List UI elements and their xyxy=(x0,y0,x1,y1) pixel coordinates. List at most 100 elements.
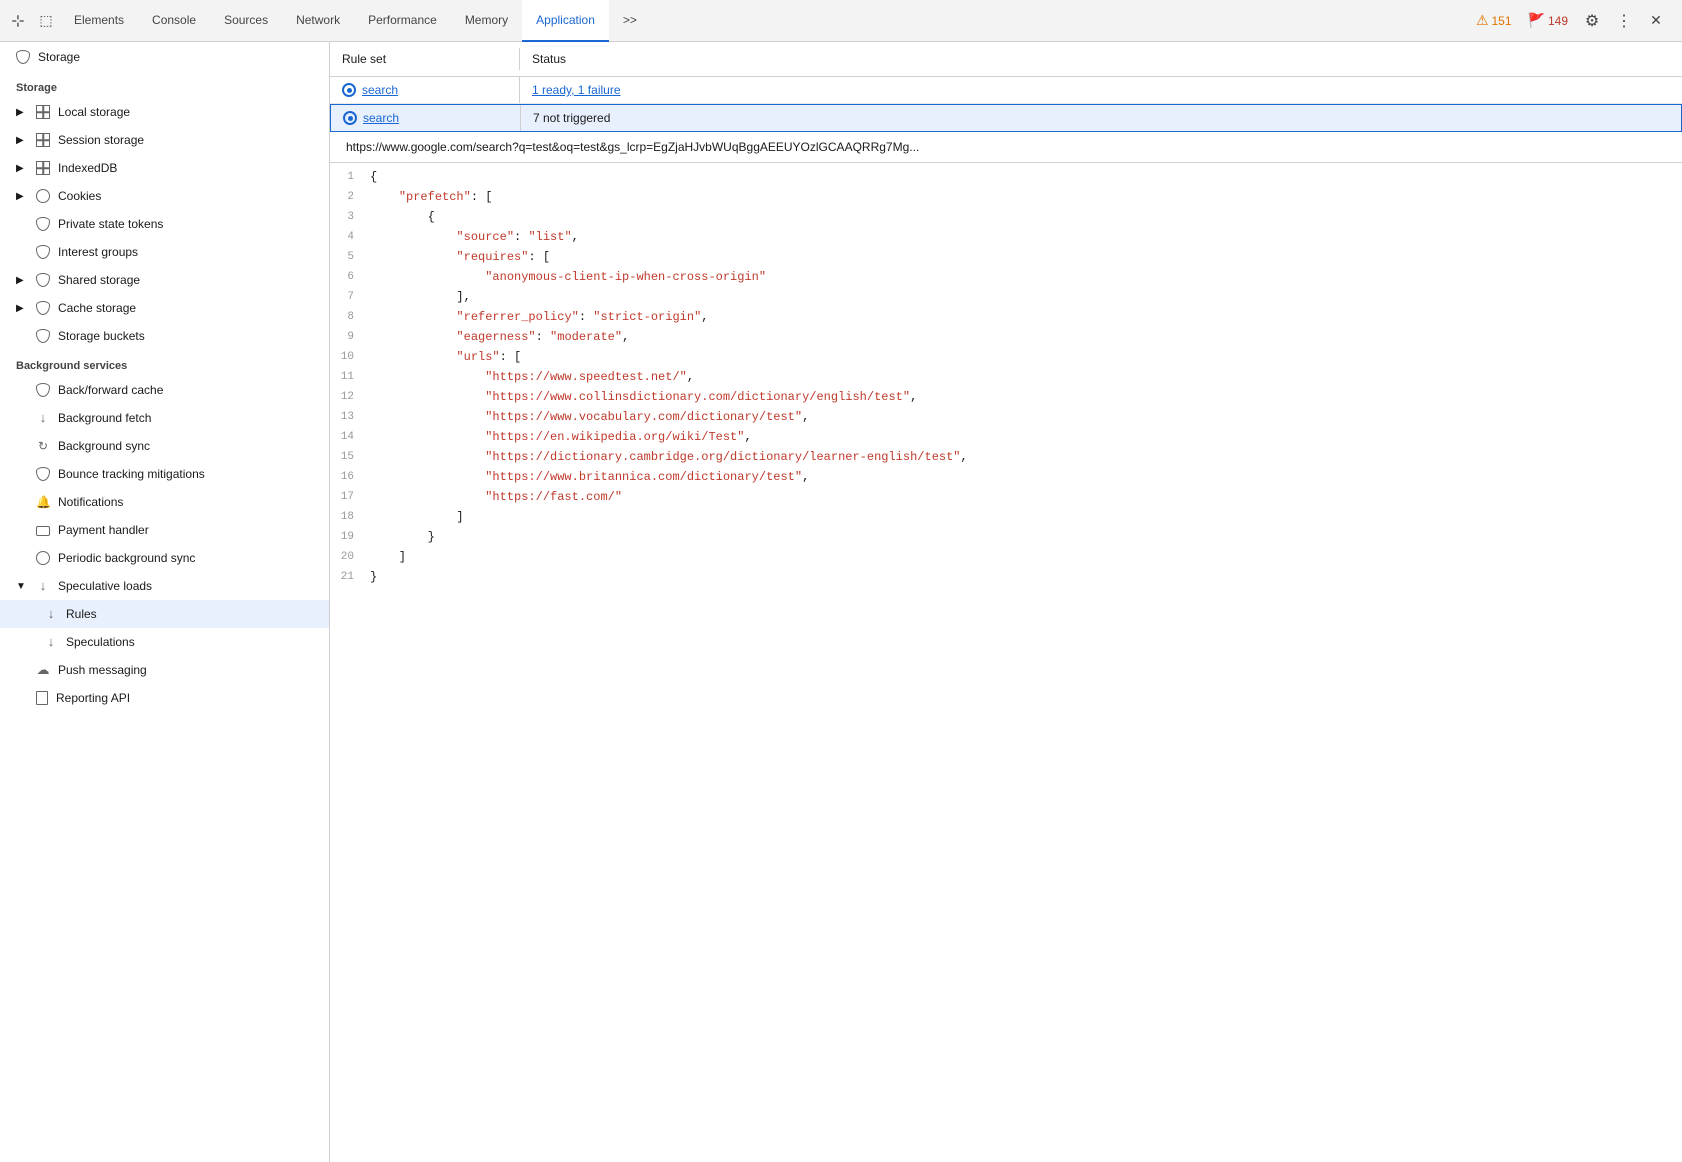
json-token xyxy=(370,370,485,384)
json-token: { xyxy=(370,210,435,224)
json-token: , xyxy=(802,410,809,424)
sidebar-item-reporting-api[interactable]: ▶ Reporting API xyxy=(0,684,329,712)
line-number: 21 xyxy=(338,568,370,586)
close-icon[interactable]: ✕ xyxy=(1642,7,1670,35)
json-token: ], xyxy=(370,290,471,304)
json-line: 17 "https://fast.com/" xyxy=(330,487,1682,507)
line-number: 12 xyxy=(338,388,370,406)
ruleset-link[interactable]: search xyxy=(362,83,398,97)
json-token xyxy=(370,310,456,324)
warning-badge[interactable]: ⚠ 151 xyxy=(1470,10,1518,31)
tab-elements[interactable]: Elements xyxy=(60,0,138,42)
sidebar-item-label: Local storage xyxy=(58,105,130,119)
line-number: 20 xyxy=(338,548,370,566)
json-token xyxy=(370,270,485,284)
json-viewer[interactable]: 1{2 "prefetch": [3 {4 "source": "list",5… xyxy=(330,163,1682,1162)
tab-bar: ⊹ ⬚ Elements Console Sources Network Per… xyxy=(0,0,1682,42)
sidebar-item-notifications[interactable]: ▶ 🔔 Notifications xyxy=(0,488,329,516)
tab-application[interactable]: Application xyxy=(522,0,609,42)
line-number: 7 xyxy=(338,288,370,306)
sidebar-item-background-fetch[interactable]: ▶ ↓ Background fetch xyxy=(0,404,329,432)
line-number: 11 xyxy=(338,368,370,386)
sidebar-item-label: Speculative loads xyxy=(58,579,152,593)
json-token xyxy=(370,490,485,504)
status-link[interactable]: 1 ready, 1 failure xyxy=(532,83,621,97)
sidebar-item-label: Private state tokens xyxy=(58,217,163,231)
sidebar-item-storage-buckets[interactable]: ▶ Storage buckets xyxy=(0,322,329,350)
sidebar-item-cookies[interactable]: ▶ Cookies xyxy=(0,182,329,210)
sidebar-top-storage[interactable]: Storage xyxy=(0,42,329,72)
line-number: 5 xyxy=(338,248,370,266)
bell-icon: 🔔 xyxy=(36,495,50,509)
cursor-icon[interactable]: ⊹ xyxy=(4,7,32,35)
cylinder-icon xyxy=(36,245,50,259)
tab-more[interactable]: >> xyxy=(609,0,651,42)
circle-icon xyxy=(342,83,356,97)
sidebar-item-label: Payment handler xyxy=(58,523,149,537)
sidebar-item-session-storage[interactable]: ▶ Session storage xyxy=(0,126,329,154)
sidebar-item-speculative-loads[interactable]: ▼ ↓ Speculative loads xyxy=(0,572,329,600)
error-badge[interactable]: 🚩 149 xyxy=(1522,10,1574,31)
table-row[interactable]: search 7 not triggered xyxy=(330,104,1682,132)
json-line: 19 } xyxy=(330,527,1682,547)
json-token: "https://www.britannica.com/dictionary/t… xyxy=(485,470,802,484)
sidebar-item-back-forward-cache[interactable]: ▶ Back/forward cache xyxy=(0,376,329,404)
sidebar-item-local-storage[interactable]: ▶ Local storage xyxy=(0,98,329,126)
error-icon: 🚩 xyxy=(1528,12,1545,29)
json-line: 20 ] xyxy=(330,547,1682,567)
line-number: 17 xyxy=(338,488,370,506)
json-token: } xyxy=(370,570,377,584)
json-line: 1{ xyxy=(330,167,1682,187)
sidebar-item-bounce-tracking[interactable]: ▶ Bounce tracking mitigations xyxy=(0,460,329,488)
json-token: "https://www.speedtest.net/" xyxy=(485,370,687,384)
json-token xyxy=(370,330,456,344)
sidebar-item-label: Cookies xyxy=(58,189,101,203)
line-number: 13 xyxy=(338,408,370,426)
sidebar-item-push-messaging[interactable]: ▶ ☁ Push messaging xyxy=(0,656,329,684)
sidebar-item-speculations[interactable]: ↓ Speculations xyxy=(0,628,329,656)
sidebar-item-shared-storage[interactable]: ▶ Shared storage xyxy=(0,266,329,294)
sidebar-item-private-state-tokens[interactable]: ▶ Private state tokens xyxy=(0,210,329,238)
json-token xyxy=(370,410,485,424)
sidebar-item-cache-storage[interactable]: ▶ Cache storage xyxy=(0,294,329,322)
tab-sources[interactable]: Sources xyxy=(210,0,282,42)
json-line: 11 "https://www.speedtest.net/", xyxy=(330,367,1682,387)
json-token: "requires" xyxy=(456,250,528,264)
sidebar-item-background-sync[interactable]: ▶ ↻ Background sync xyxy=(0,432,329,460)
json-token xyxy=(370,190,399,204)
sidebar-item-payment-handler[interactable]: ▶ Payment handler xyxy=(0,516,329,544)
json-token: : xyxy=(536,330,550,344)
json-token xyxy=(370,470,485,484)
more-options-icon[interactable]: ⋮ xyxy=(1610,7,1638,35)
table-row[interactable]: search 1 ready, 1 failure xyxy=(330,77,1682,104)
tab-memory[interactable]: Memory xyxy=(451,0,522,42)
line-number: 16 xyxy=(338,468,370,486)
tab-console[interactable]: Console xyxy=(138,0,210,42)
header-icons: ⚠ 151 🚩 149 ⚙ ⋮ ✕ xyxy=(1470,7,1678,35)
chevron-right-icon: ▶ xyxy=(16,135,28,146)
ruleset-link[interactable]: search xyxy=(363,111,399,125)
sidebar-item-label: Background sync xyxy=(58,439,150,453)
sidebar-item-rules[interactable]: ↓ Rules xyxy=(0,600,329,628)
tab-performance[interactable]: Performance xyxy=(354,0,451,42)
chevron-right-icon: ▶ xyxy=(16,191,28,202)
json-line: 8 "referrer_policy": "strict-origin", xyxy=(330,307,1682,327)
grid-icon xyxy=(36,161,50,175)
json-token: "strict-origin" xyxy=(593,310,701,324)
chevron-right-icon: ▶ xyxy=(16,163,28,174)
json-token: "anonymous-client-ip-when-cross-origin" xyxy=(485,270,766,284)
json-token: "prefetch" xyxy=(399,190,471,204)
sidebar-item-indexeddb[interactable]: ▶ IndexedDB xyxy=(0,154,329,182)
settings-icon[interactable]: ⚙ xyxy=(1578,7,1606,35)
json-token xyxy=(370,430,485,444)
json-line: 10 "urls": [ xyxy=(330,347,1682,367)
cylinder-icon xyxy=(36,273,50,287)
json-line: 12 "https://www.collinsdictionary.com/di… xyxy=(330,387,1682,407)
tab-network[interactable]: Network xyxy=(282,0,354,42)
cell-status: 7 not triggered xyxy=(521,105,1681,131)
sidebar-item-interest-groups[interactable]: ▶ Interest groups xyxy=(0,238,329,266)
clock-icon xyxy=(36,551,50,565)
inspect-icon[interactable]: ⬚ xyxy=(32,7,60,35)
sidebar-item-periodic-background-sync[interactable]: ▶ Periodic background sync xyxy=(0,544,329,572)
json-line: 4 "source": "list", xyxy=(330,227,1682,247)
